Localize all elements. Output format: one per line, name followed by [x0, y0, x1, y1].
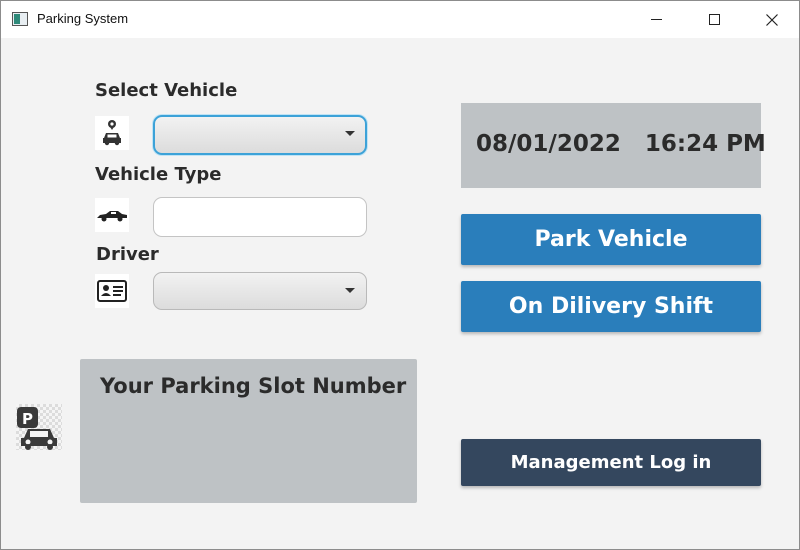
maximize-icon [708, 14, 720, 25]
title-bar: Parking System [1, 1, 799, 38]
minimize-button[interactable] [633, 1, 679, 38]
vehicle-type-field[interactable] [153, 197, 367, 237]
car-location-icon [95, 116, 129, 150]
app-window-icon [12, 12, 28, 26]
app-window: Parking System Select Vehicle Vehicle Ty… [0, 0, 800, 550]
svg-text:P: P [22, 410, 33, 428]
management-login-button[interactable]: Management Log in [461, 439, 761, 486]
parking-car-icon: P [16, 404, 62, 450]
select-vehicle-label: Select Vehicle [95, 80, 238, 101]
park-vehicle-button[interactable]: Park Vehicle [461, 214, 761, 265]
driver-combobox[interactable] [153, 272, 367, 310]
window-title: Parking System [37, 11, 129, 26]
car-side-icon [95, 198, 129, 232]
parking-slot-title: Your Parking Slot Number [100, 374, 407, 398]
id-card-icon [95, 274, 129, 308]
minimize-icon [650, 19, 662, 20]
driver-label: Driver [96, 244, 159, 265]
vehicle-type-label: Vehicle Type [95, 164, 222, 185]
date-text: 08/01/2022 [476, 131, 621, 157]
delivery-shift-button[interactable]: On Dilivery Shift [461, 281, 761, 332]
time-text: 16:24 PM [644, 131, 766, 157]
parking-slot-panel: Your Parking Slot Number [80, 359, 417, 503]
maximize-button[interactable] [691, 1, 737, 38]
close-icon [766, 13, 778, 26]
chevron-down-icon [345, 131, 355, 136]
select-vehicle-combobox[interactable] [153, 115, 367, 155]
chevron-down-icon [345, 288, 355, 293]
datetime-display: 08/01/2022 16:24 PM [476, 131, 766, 157]
close-button[interactable] [749, 1, 795, 38]
datetime-panel: 08/01/2022 16:24 PM [461, 103, 766, 188]
